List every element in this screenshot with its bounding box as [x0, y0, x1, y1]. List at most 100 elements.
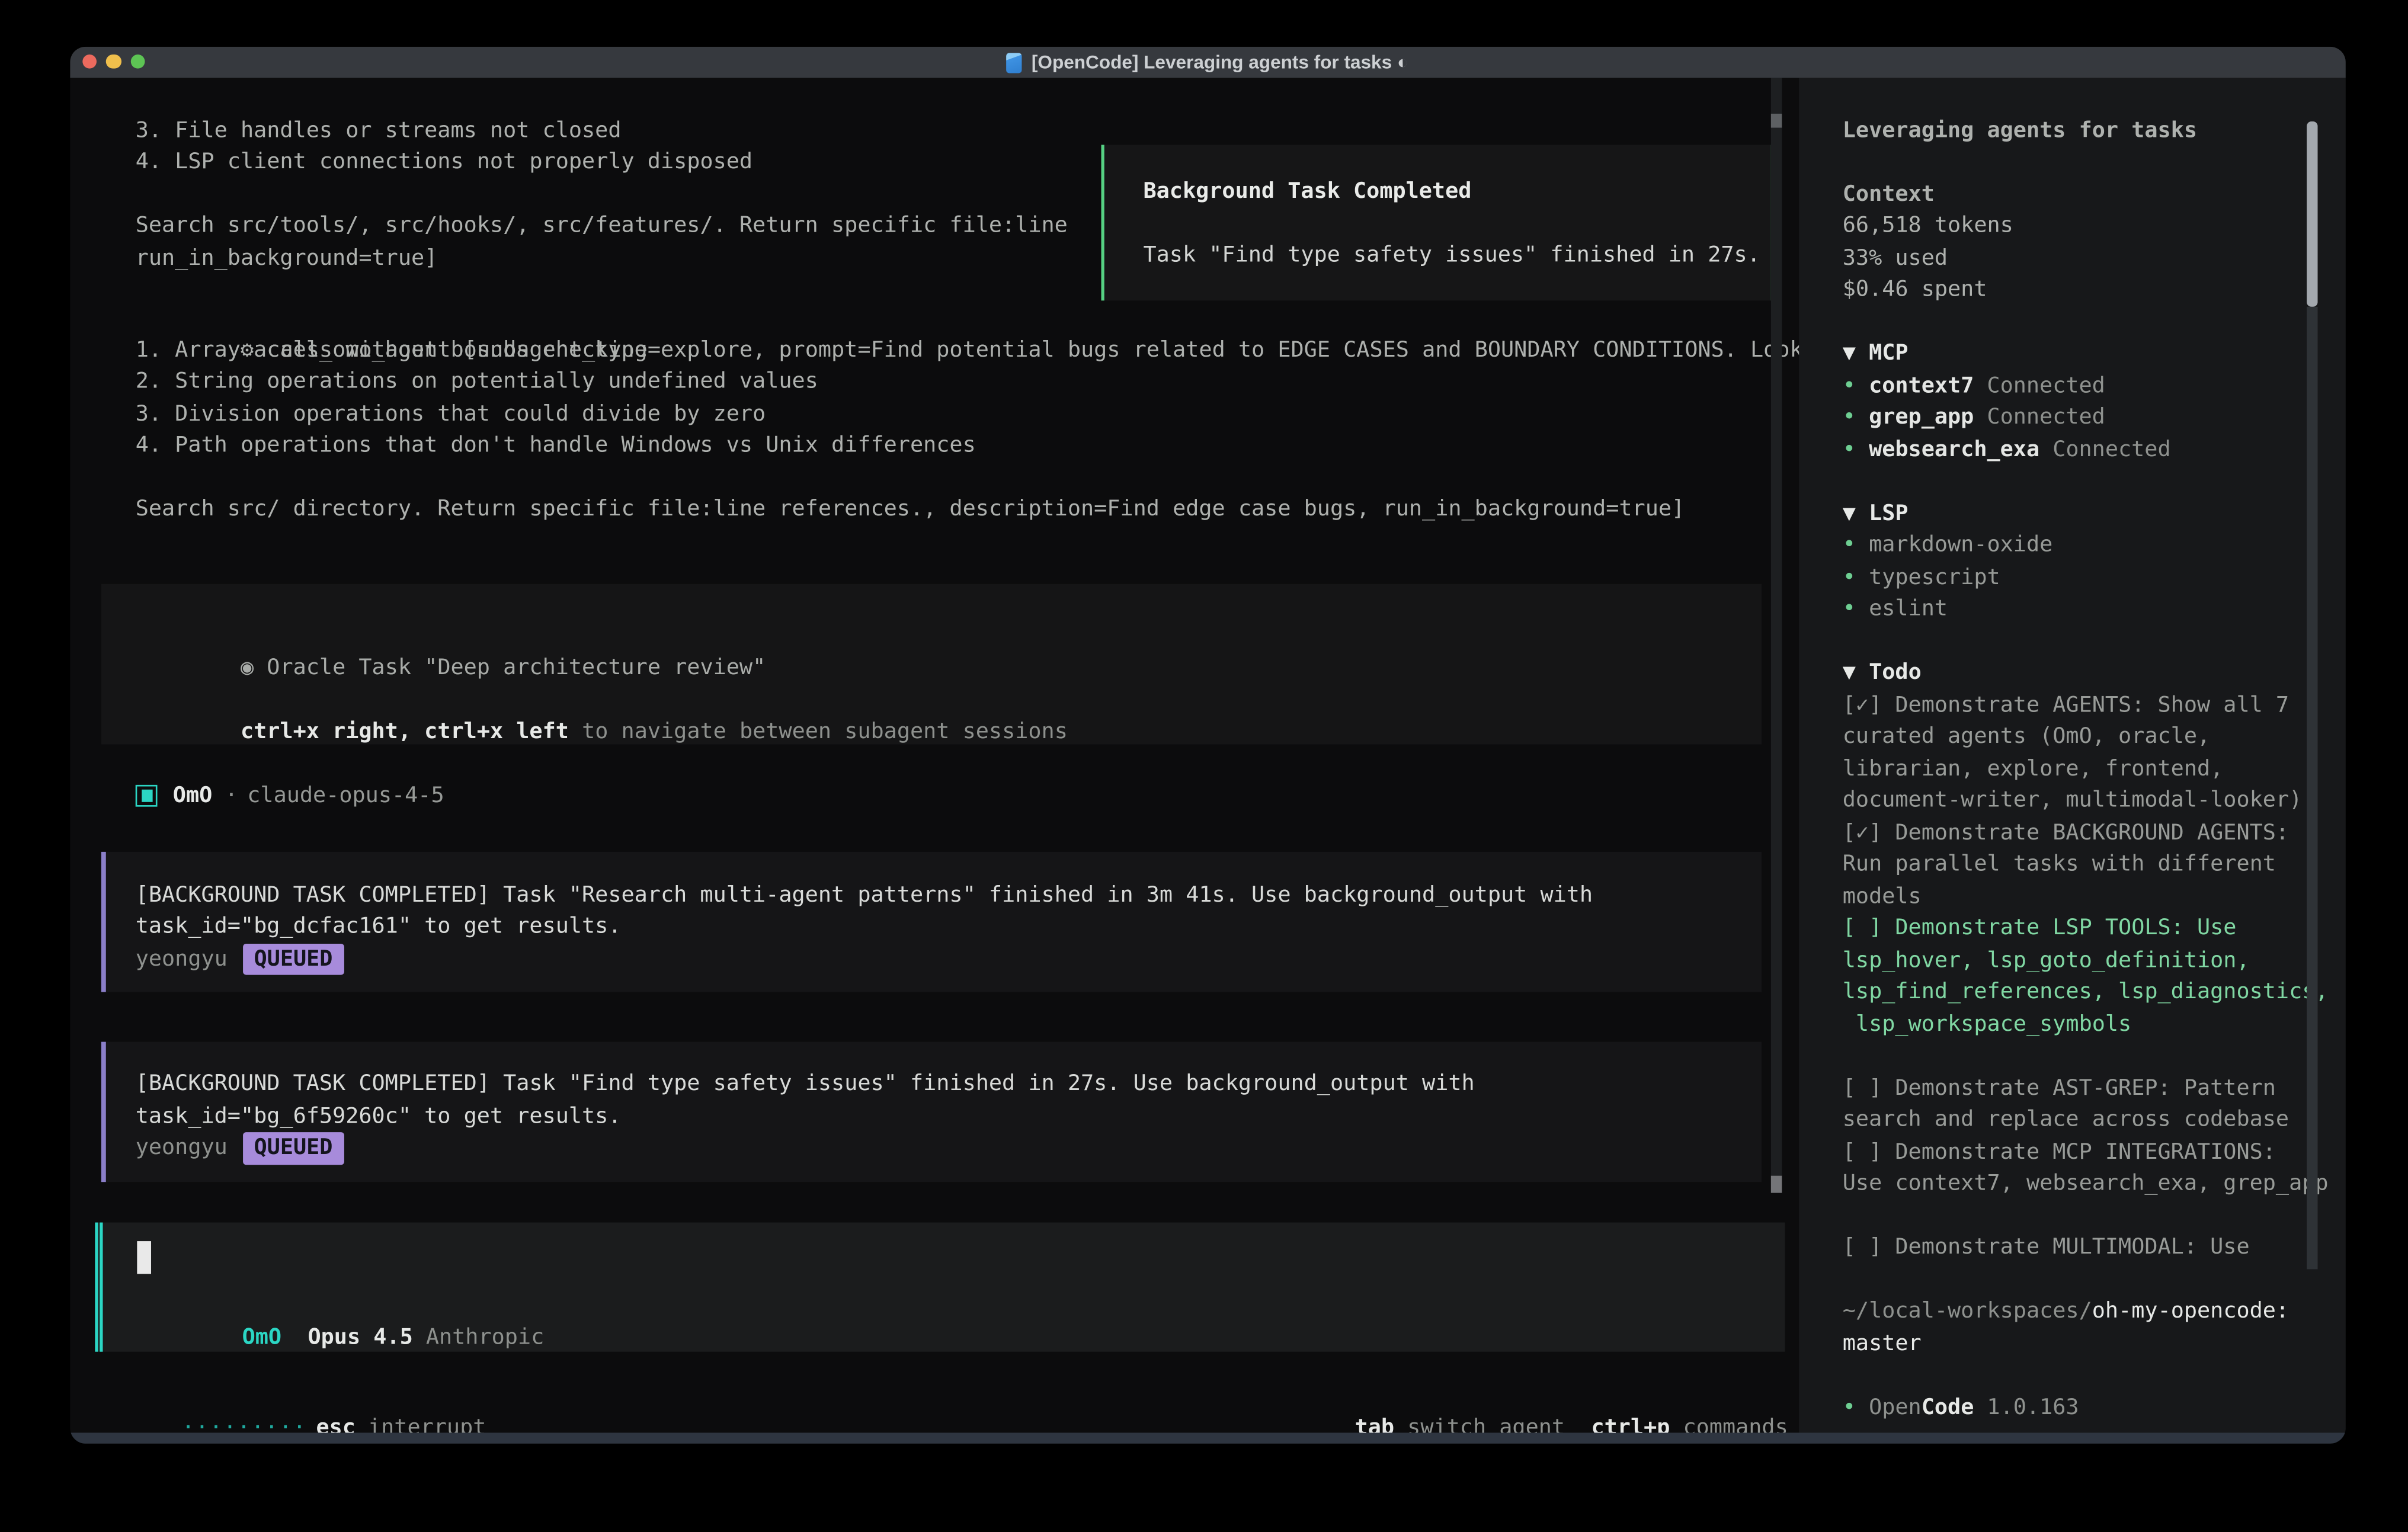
bullet-icon: • — [1843, 594, 1869, 626]
context-tokens: 66,518 tokens — [1843, 211, 2013, 243]
screen: [OpenCode] Leveraging agents for tasks ◐… — [0, 0, 2408, 1532]
lsp-heading: LSP — [1869, 501, 1908, 526]
agent-separator: · — [225, 784, 238, 809]
scrollback-block-1: 3. File handles or streams not closed 4.… — [136, 115, 752, 179]
todo-item: [ ] Demonstrate MCP INTEGRATIONS: Use co… — [1843, 1136, 2329, 1200]
titlebar: [OpenCode] Leveraging agents for tasks ◐ — [69, 47, 2346, 78]
todo-line: models — [1843, 881, 2289, 913]
context-used: 33% used — [1843, 242, 2013, 274]
workspace-path: ~/local-workspaces/ — [1843, 1299, 2092, 1324]
mcp-name: websearch_exa — [1869, 437, 2039, 462]
model-row: OmOOpus 4.5Anthropic — [137, 1290, 544, 1322]
chevron-down-icon: ▼ — [1843, 341, 1856, 366]
workspace-branch: master — [1843, 1328, 2289, 1360]
mcp-item: •grep_app Connected — [1843, 402, 2171, 434]
todo-line: [ ] Demonstrate MCP INTEGRATIONS: — [1843, 1136, 2329, 1168]
lsp-name: eslint — [1869, 597, 1948, 621]
statusbar-right: tabswitch agentctrl+pcommands — [1276, 1381, 1788, 1413]
status-badge: QUEUED — [243, 1133, 344, 1165]
mcp-name: grep_app — [1869, 405, 1974, 430]
mcp-item: •context7Connected — [1843, 370, 2171, 402]
tool-call-item: 4. Path operations that don't handle Win… — [136, 430, 1856, 462]
task-card: [BACKGROUND TASK COMPLETED] Task "Find t… — [101, 1041, 1762, 1181]
todo-item-active: [ ] Demonstrate LSP TOOLS: Use lsp_hover… — [1843, 913, 2329, 1041]
main-scrollbar[interactable] — [1771, 78, 1782, 1193]
window-bottom-edge — [69, 1432, 2346, 1444]
todo-line: lsp_find_references, lsp_diagnostics, — [1843, 977, 2329, 1009]
scrollback-line: Search src/tools/, src/hooks/, src/featu… — [136, 211, 1068, 243]
todo-line: [ ] Demonstrate MULTIMODAL: Use — [1843, 1232, 2250, 1264]
bullet-icon: • — [1843, 370, 1869, 402]
todo-heading: Todo — [1869, 661, 1922, 685]
version-name-bold: Code — [1922, 1395, 1974, 1420]
lsp-name: typescript — [1869, 565, 2000, 590]
context-heading: Context — [1843, 179, 2013, 211]
todo-line: [ ] Demonstrate AST-GREP: Pattern — [1843, 1073, 2289, 1105]
prompt-input[interactable]: OmOOpus 4.5Anthropic — [95, 1223, 1785, 1351]
version-number: 1.0.163 — [1987, 1395, 2079, 1420]
bullet-icon: • — [1843, 562, 1869, 594]
todo-line: Use context7, websearch_exa, grep_app — [1843, 1168, 2329, 1200]
todo-line: Run parallel tasks with different — [1843, 849, 2289, 881]
todo-item: [✓] Demonstrate AGENTS: Show all 7 curat… — [1843, 690, 2303, 818]
sidebar-scrollbar-track[interactable] — [2307, 307, 2317, 1270]
sidebar-scrollbar-thumb[interactable] — [2307, 121, 2317, 307]
task-card: [BACKGROUND TASK COMPLETED] Task "Resear… — [101, 852, 1762, 992]
tool-call-item: 3. Division operations that could divide… — [136, 398, 1856, 430]
tool-call-tail: Search src/ directory. Return specific f… — [136, 494, 1685, 526]
chevron-down-icon: ▼ — [1843, 501, 1856, 526]
scrollback-line: 3. File handles or streams not closed — [136, 115, 752, 147]
workspace-repo: oh-my-opencode: — [2092, 1299, 2289, 1324]
mcp-section-header[interactable]: ▼ MCP — [1843, 338, 2171, 370]
oracle-session-icon: ◉ — [241, 653, 267, 685]
agent-square-icon — [136, 786, 158, 807]
todo-section-header-block: ▼ Todo — [1843, 658, 1922, 690]
context-section: Context 66,518 tokens 33% used $0.46 spe… — [1843, 179, 2013, 307]
todo-line: lsp_workspace_symbols — [1843, 1009, 2329, 1041]
todo-line: curated agents (OmO, oracle, — [1843, 722, 2303, 754]
todo-line: [✓] Demonstrate AGENTS: Show all 7 — [1843, 690, 2303, 722]
todo-line: [✓] Demonstrate BACKGROUND AGENTS: — [1843, 817, 2289, 849]
tool-call-item: 2. String operations on potentially unde… — [136, 366, 1856, 398]
mcp-status: Connected — [1987, 405, 2105, 430]
workspace-block: ~/local-workspaces/oh-my-opencode: maste… — [1843, 1296, 2289, 1360]
sidebar: Leveraging agents for tasks Context 66,5… — [1798, 78, 2346, 1432]
session-title: Leveraging agents for tasks — [1843, 115, 2197, 147]
todo-item: [ ] Demonstrate AST-GREP: Pattern search… — [1843, 1073, 2289, 1137]
document-icon — [1007, 52, 1022, 72]
statusbar-left: ·········escinterrupt — [103, 1381, 486, 1413]
background-task-toast[interactable]: Background Task Completed Task "Find typ… — [1101, 145, 1774, 300]
minimize-window-button[interactable] — [107, 54, 121, 68]
chevron-down-icon: ▼ — [1843, 661, 1856, 685]
main-scrollbar-thumb-top[interactable] — [1771, 114, 1782, 127]
mcp-status: Connected — [2052, 437, 2170, 462]
mcp-item: •websearch_exa Connected — [1843, 434, 2171, 466]
oracle-task-title: Oracle Task "Deep architecture review" — [267, 656, 766, 681]
context-spent: $0.46 spent — [1843, 274, 2013, 306]
scrollback-line: 4. LSP client connections not properly d… — [136, 147, 752, 179]
lsp-item: •eslint — [1843, 594, 2053, 626]
todo-section-header[interactable]: ▼ Todo — [1843, 658, 1922, 690]
lsp-section-header[interactable]: ▼ LSP — [1843, 498, 2053, 530]
bullet-icon: • — [1843, 434, 1869, 466]
text-cursor — [137, 1241, 150, 1274]
todo-line: document-writer, multimodal-looker) — [1843, 786, 2303, 818]
zoom-window-button[interactable] — [131, 54, 145, 68]
bullet-icon: • — [1843, 402, 1869, 434]
agent-name: OmO — [173, 784, 212, 809]
todo-line: [ ] Demonstrate LSP TOOLS: Use — [1843, 913, 2329, 945]
oracle-task-box[interactable]: ◉Oracle Task "Deep architecture review" … — [101, 583, 1762, 744]
lsp-item: •markdown-oxide — [1843, 530, 2053, 562]
toast-body: Task "Find type safety issues" finished … — [1143, 239, 1760, 271]
tool-call-block: ⚙call_omo_agent [subagent_type=explore, … — [136, 303, 1856, 462]
close-window-button[interactable] — [82, 54, 97, 68]
todo-item: [✓] Demonstrate BACKGROUND AGENTS: Run p… — [1843, 817, 2289, 913]
mcp-status: Connected — [1987, 373, 2105, 398]
todo-item: [ ] Demonstrate MULTIMODAL: Use — [1843, 1232, 2250, 1264]
task-card-user: yeongyu — [136, 1136, 228, 1161]
task-card-line: [BACKGROUND TASK COMPLETED] Task "Find t… — [136, 1069, 1762, 1101]
todo-line: librarian, explore, frontend, — [1843, 754, 2303, 786]
main-scrollbar-thumb[interactable] — [1771, 1176, 1782, 1193]
agent-header: OmO · claude-opus-4-5 — [136, 780, 444, 812]
scrollback-block-2: Search src/tools/, src/hooks/, src/featu… — [136, 211, 1068, 275]
